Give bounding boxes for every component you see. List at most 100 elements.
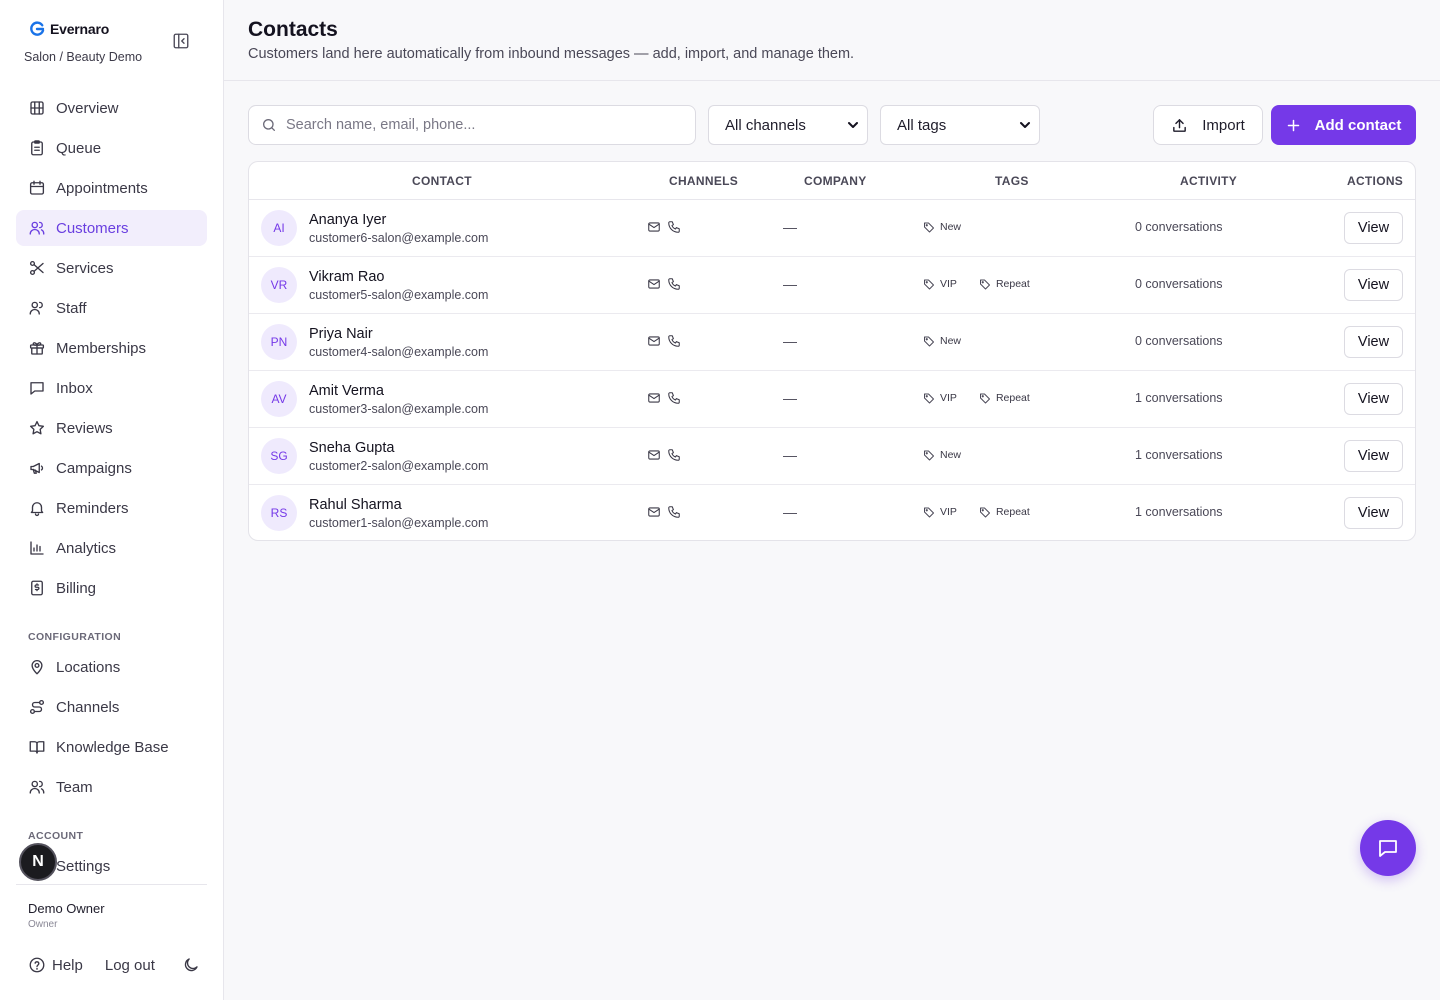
sidebar-item-staff[interactable]: Staff xyxy=(16,290,207,326)
activity-value: 0 conversations xyxy=(1135,220,1223,234)
sidebar-item-overview[interactable]: Overview xyxy=(16,90,207,126)
tag-icon xyxy=(979,393,990,404)
sidebar: Evernaro Salon / Beauty Demo Overview Que… xyxy=(0,0,224,1000)
tags-cell: New xyxy=(923,221,961,233)
contact-name[interactable]: Vikram Rao xyxy=(309,269,384,285)
sidebar-item-label: Team xyxy=(56,778,93,796)
main-nav: Overview Queue Appointments Customers Servic… xyxy=(16,90,207,610)
sidebar-item-inbox[interactable]: Inbox xyxy=(16,370,207,406)
sidebar-item-label: Settings xyxy=(56,857,111,875)
mail-icon xyxy=(648,450,660,460)
table-row: PN Priya Nair customer4-salon@example.com —… xyxy=(249,314,1415,371)
sidebar-item-team[interactable]: Team xyxy=(16,769,207,805)
tag-chip: VIP xyxy=(923,506,957,518)
sidebar-item-reminders[interactable]: Reminders xyxy=(16,490,207,526)
avatar: SG xyxy=(261,438,297,474)
column-channels[interactable]: CHANNELS xyxy=(669,174,738,188)
sidebar-item-channels[interactable]: Channels xyxy=(16,689,207,725)
contact-name[interactable]: Amit Verma xyxy=(309,383,384,399)
tag-label: VIP xyxy=(940,278,957,290)
moon-icon[interactable] xyxy=(182,956,200,974)
add-contact-button[interactable]: Add contact xyxy=(1271,105,1416,145)
page-header: Contacts Customers land here automatical… xyxy=(224,0,1440,81)
sidebar-item-reviews[interactable]: Reviews xyxy=(16,410,207,446)
user-icon xyxy=(29,301,43,315)
sidebar-item-queue[interactable]: Queue xyxy=(16,130,207,166)
activity-value: 0 conversations xyxy=(1135,334,1223,348)
table-row: AV Amit Verma customer3-salon@example.com —… xyxy=(249,371,1415,428)
column-company[interactable]: COMPANY xyxy=(804,174,867,188)
view-button[interactable]: View xyxy=(1344,269,1403,301)
avatar: RS xyxy=(261,495,297,531)
brand-name: Evernaro xyxy=(50,21,110,37)
logout-link[interactable]: Log out xyxy=(105,957,155,974)
contact-email: customer1-salon@example.com xyxy=(309,516,489,530)
sidebar-item-customers[interactable]: Customers xyxy=(16,210,207,246)
sidebar-item-label: Analytics xyxy=(56,539,117,557)
sidebar-item-label: Memberships xyxy=(56,339,147,357)
tag-label: VIP xyxy=(940,392,957,404)
phone-icon xyxy=(668,392,680,404)
sidebar-item-locations[interactable]: Locations xyxy=(16,649,207,685)
activity-value: 0 conversations xyxy=(1135,277,1223,291)
sidebar-item-campaigns[interactable]: Campaigns xyxy=(16,450,207,486)
sidebar-item-label: Billing xyxy=(56,579,97,597)
sidebar-item-analytics[interactable]: Analytics xyxy=(16,530,207,566)
table-row: AI Ananya Iyer customer6-salon@example.com… xyxy=(249,200,1415,257)
brand[interactable]: Evernaro xyxy=(28,20,109,38)
user-name: Demo Owner xyxy=(28,901,105,916)
sidebar-item-billing[interactable]: Billing xyxy=(16,570,207,606)
contact-name[interactable]: Priya Nair xyxy=(309,326,373,342)
tag-label: New xyxy=(940,335,962,347)
search-input[interactable] xyxy=(286,117,686,133)
channel-icons xyxy=(647,505,681,519)
tag-label: VIP xyxy=(940,506,957,518)
tag-filter-select[interactable]: All tags xyxy=(880,105,1040,145)
view-button[interactable]: View xyxy=(1344,212,1403,244)
sidebar-collapse-icon[interactable] xyxy=(172,32,190,50)
import-button[interactable]: Import xyxy=(1153,105,1263,145)
upload-icon xyxy=(1173,118,1187,132)
contact-name[interactable]: Ananya Iyer xyxy=(309,212,386,228)
mail-icon xyxy=(648,393,660,403)
company-value: — xyxy=(783,390,797,406)
sidebar-item-label: Queue xyxy=(56,139,102,157)
search-box[interactable] xyxy=(248,105,696,145)
sidebar-item-label: Overview xyxy=(56,99,119,117)
view-button[interactable]: View xyxy=(1344,497,1403,529)
table-row: SG Sneha Gupta customer2-salon@example.com… xyxy=(249,428,1415,485)
avatar-badge[interactable]: N xyxy=(19,843,57,881)
chat-launcher-button[interactable] xyxy=(1360,820,1416,876)
receipt-icon xyxy=(31,580,43,596)
sidebar-item-label: Locations xyxy=(56,658,121,676)
megaphone-icon xyxy=(30,462,44,474)
view-button[interactable]: View xyxy=(1344,326,1403,358)
phone-icon xyxy=(668,278,680,290)
activity-value: 1 conversations xyxy=(1135,391,1223,405)
tags-cell: VIP Repeat xyxy=(923,506,1030,518)
column-tags[interactable]: TAGS xyxy=(995,174,1029,188)
sidebar-item-knowledge-base[interactable]: Knowledge Base xyxy=(16,729,207,765)
column-contact[interactable]: CONTACT xyxy=(412,174,472,188)
page-subtitle: Customers land here automatically from i… xyxy=(248,46,855,62)
sidebar-item-services[interactable]: Services xyxy=(16,250,207,286)
view-button[interactable]: View xyxy=(1344,440,1403,472)
contact-name[interactable]: Sneha Gupta xyxy=(309,440,394,456)
view-button[interactable]: View xyxy=(1344,383,1403,415)
sidebar-item-memberships[interactable]: Memberships xyxy=(16,330,207,366)
sidebar-item-label: Staff xyxy=(56,299,87,317)
book-open-icon xyxy=(29,741,45,754)
contacts-table: CONTACT CHANNELS COMPANY TAGS ACTIVITY A… xyxy=(248,161,1416,541)
channel-filter-select[interactable]: All channels xyxy=(708,105,868,145)
tag-icon xyxy=(924,507,934,518)
contact-name[interactable]: Rahul Sharma xyxy=(309,497,402,513)
sidebar-item-appointments[interactable]: Appointments xyxy=(16,170,207,206)
column-activity[interactable]: ACTIVITY xyxy=(1180,174,1237,188)
channel-icons xyxy=(647,448,681,462)
tag-icon xyxy=(924,336,934,347)
help-link[interactable]: Help xyxy=(28,956,83,974)
mail-icon xyxy=(648,507,660,517)
tag-chip: New xyxy=(923,449,961,461)
table-body: AI Ananya Iyer customer6-salon@example.com… xyxy=(249,200,1415,540)
mail-icon xyxy=(648,336,660,346)
